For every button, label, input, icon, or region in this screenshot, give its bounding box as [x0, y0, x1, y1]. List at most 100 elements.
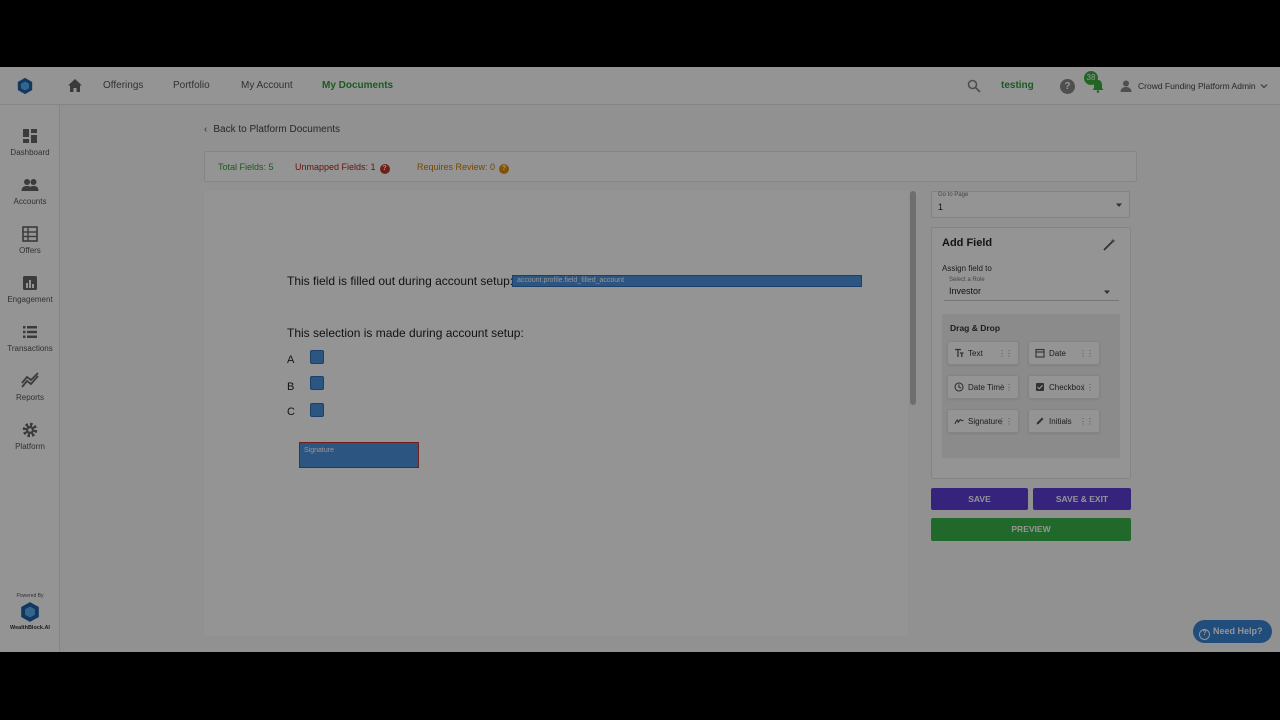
signature-field[interactable]: Signature: [299, 442, 419, 468]
sidebar-item-label: Reports: [15, 393, 44, 402]
sidebar-item-transactions[interactable]: Transactions: [0, 323, 60, 367]
sidebar-item-dashboard[interactable]: Dashboard: [0, 127, 60, 171]
nav-my-documents[interactable]: My Documents: [322, 80, 393, 91]
unmapped-fields-stat[interactable]: Unmapped Fields: 1?: [295, 162, 390, 174]
nav-offerings[interactable]: Offerings: [103, 80, 143, 91]
role-select-underline: [944, 300, 1119, 301]
save-exit-button[interactable]: SAVE & EXIT: [1033, 488, 1131, 510]
requires-review-label: Requires Review: 0: [417, 162, 496, 172]
brand-logo-icon: [21, 602, 39, 622]
sidebar-item-engagement[interactable]: Engagement: [0, 274, 60, 318]
preview-button[interactable]: PREVIEW: [931, 518, 1131, 541]
drag-chip-date-time[interactable]: Date Time ⋮⋮: [947, 375, 1019, 399]
go-to-page-select[interactable]: Go to Page 1: [931, 191, 1130, 218]
requires-review-stat[interactable]: Requires Review: 0?: [417, 162, 510, 174]
gear-icon: [22, 422, 38, 438]
powered-by-label: Powered By: [16, 593, 44, 599]
go-to-page-label: Go to Page: [938, 192, 969, 198]
mapped-text-field-value: account.profile.field_filled_account: [517, 277, 625, 284]
offers-icon: [22, 226, 38, 242]
help-circle-icon: ?: [1199, 629, 1210, 640]
nav-portfolio[interactable]: Portfolio: [173, 80, 210, 91]
sidebar-item-accounts[interactable]: Accounts: [0, 176, 60, 220]
app-window: Offerings Portfolio My Account My Docume…: [0, 67, 1280, 652]
calendar-icon: [1035, 348, 1045, 358]
notification-badge: 38: [1084, 71, 1098, 85]
chevron-down-icon[interactable]: [1103, 288, 1111, 296]
powered-by: Powered By WealthBlock.AI: [0, 593, 60, 631]
top-nav: Offerings Portfolio My Account My Docume…: [0, 67, 1280, 105]
drag-handle-icon[interactable]: ⋮⋮: [998, 383, 1013, 392]
checkbox-icon: [1036, 383, 1044, 391]
total-fields-stat: Total Fields: 5: [218, 162, 274, 172]
drag-chip-signature[interactable]: Signature ⋮⋮: [947, 409, 1019, 433]
sidebar-item-label: Dashboard: [10, 148, 50, 157]
back-link[interactable]: ‹ Back to Platform Documents: [204, 124, 340, 135]
add-field-panel: Add Field Assign field to Select a Role …: [931, 227, 1131, 479]
help-icon[interactable]: ?: [1060, 79, 1075, 94]
signature-field-label: Signature: [304, 447, 334, 454]
app-logo-icon[interactable]: [16, 77, 34, 95]
brand-name: WealthBlock.AI: [10, 625, 50, 631]
assign-field-label: Assign field to: [942, 264, 992, 273]
sidebar-item-reports[interactable]: Reports: [0, 372, 60, 416]
field-stats-bar: Total Fields: 5 Unmapped Fields: 1? Requ…: [204, 151, 1137, 182]
checkbox-field-b[interactable]: [310, 376, 324, 390]
role-select[interactable]: Investor: [949, 286, 981, 296]
chevron-down-icon: [1116, 203, 1122, 207]
transactions-icon: [23, 326, 37, 338]
drag-handle-icon[interactable]: ⋮⋮: [1079, 417, 1094, 426]
document-canvas[interactable]: This field is filled out during account …: [204, 191, 908, 636]
reports-icon: [21, 372, 39, 388]
drag-chip-label: Text: [968, 349, 983, 358]
doc-line-2: This selection is made during account se…: [287, 326, 524, 340]
drag-drop-title: Drag & Drop: [950, 323, 1001, 333]
checkbox-field-a[interactable]: [310, 350, 324, 364]
drag-chip-checkbox[interactable]: Checkbox ⋮⋮: [1028, 375, 1100, 399]
sidebar: Dashboard Accounts Offers Engagement Tra…: [0, 105, 60, 652]
option-label-b: B: [287, 381, 295, 393]
drag-drop-area: Drag & Drop Text ⋮⋮ Date ⋮⋮ Date Time ⋮⋮…: [942, 314, 1120, 458]
home-icon[interactable]: [67, 78, 83, 94]
option-label-a: A: [287, 354, 295, 366]
drag-handle-icon[interactable]: ⋮⋮: [1079, 383, 1094, 392]
drag-handle-icon[interactable]: ⋮⋮: [998, 417, 1013, 426]
chevron-left-icon: ‹: [204, 124, 208, 135]
doc-line-1: This field is filled out during account …: [287, 274, 514, 288]
user-avatar-icon[interactable]: [1119, 79, 1133, 93]
unmapped-fields-label: Unmapped Fields: 1: [295, 162, 376, 172]
drag-chip-text[interactable]: Text ⋮⋮: [947, 341, 1019, 365]
add-field-title: Add Field: [942, 237, 993, 249]
sidebar-item-label: Platform: [15, 442, 45, 451]
info-icon[interactable]: ?: [499, 164, 510, 174]
drag-chip-label: Initials: [1049, 417, 1072, 426]
back-link-label: Back to Platform Documents: [213, 124, 341, 135]
accounts-icon: [21, 179, 39, 191]
search-icon[interactable]: [967, 79, 981, 93]
drag-handle-icon[interactable]: ⋮⋮: [1079, 349, 1094, 358]
sidebar-item-offers[interactable]: Offers: [0, 225, 60, 269]
mapped-text-field[interactable]: account.profile.field_filled_account: [512, 275, 862, 287]
document-scrollbar[interactable]: [910, 191, 916, 405]
nav-my-account[interactable]: My Account: [241, 80, 293, 91]
sidebar-item-platform[interactable]: Platform: [0, 421, 60, 465]
sidebar-item-label: Offers: [19, 246, 41, 255]
option-label-c: C: [287, 406, 295, 418]
admin-name[interactable]: Crowd Funding Platform Admin: [1138, 81, 1256, 91]
need-help-button[interactable]: ? Need Help?: [1193, 620, 1272, 643]
info-icon[interactable]: ?: [379, 164, 390, 174]
checkbox-field-c[interactable]: [310, 403, 324, 417]
magic-wand-icon[interactable]: [1102, 238, 1116, 252]
drag-chip-date[interactable]: Date ⋮⋮: [1028, 341, 1100, 365]
chevron-down-icon[interactable]: [1259, 81, 1269, 91]
role-select-label: Select a Role: [949, 277, 985, 283]
signature-icon: [954, 419, 964, 425]
sidebar-item-label: Accounts: [13, 197, 47, 206]
drag-handle-icon[interactable]: ⋮⋮: [998, 349, 1013, 358]
pen-icon: [1036, 417, 1044, 425]
save-button[interactable]: SAVE: [931, 488, 1028, 510]
user-tag[interactable]: testing: [1001, 80, 1034, 91]
clock-icon: [954, 382, 964, 392]
sidebar-item-label: Transactions: [7, 344, 53, 353]
drag-chip-initials[interactable]: Initials ⋮⋮: [1028, 409, 1100, 433]
